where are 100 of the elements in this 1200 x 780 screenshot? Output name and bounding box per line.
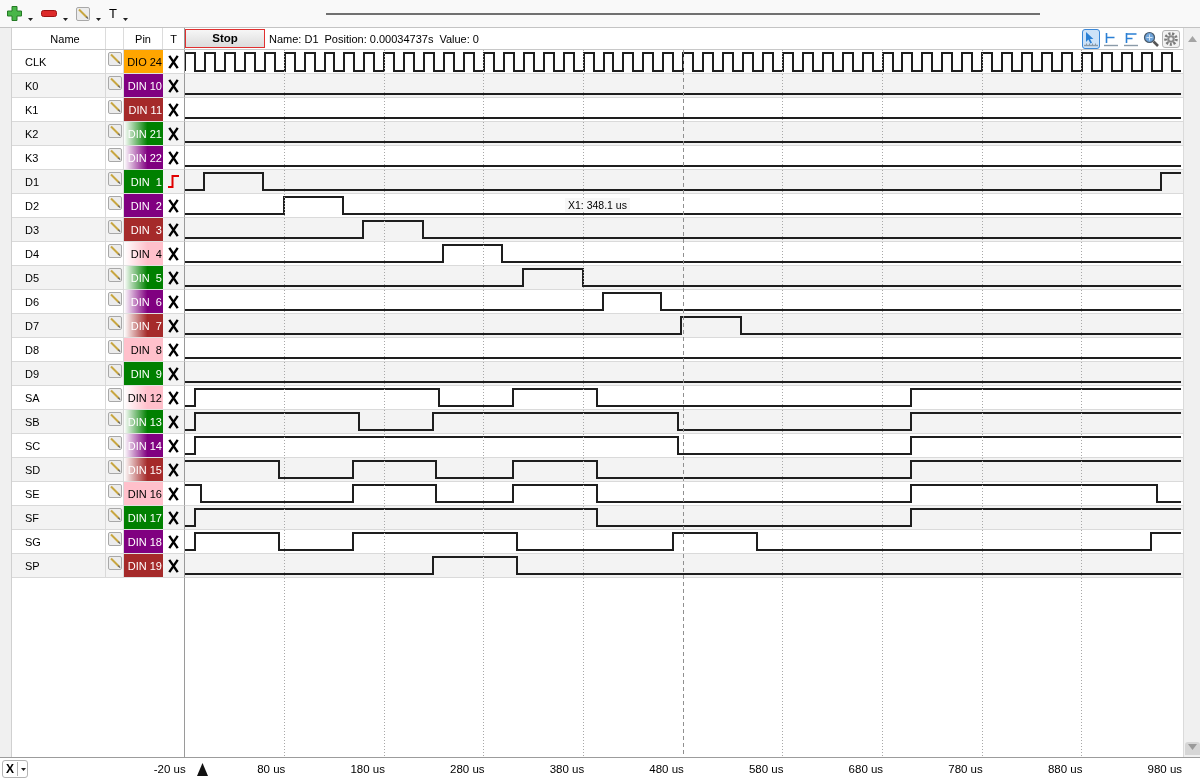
- caret-icon[interactable]: [63, 17, 68, 21]
- cross-icon[interactable]: [168, 222, 179, 237]
- cross-icon[interactable]: [168, 246, 179, 261]
- signal-name: D1: [25, 175, 40, 188]
- pin-label: DIN 10: [124, 74, 163, 98]
- time-label: 480 us: [649, 763, 684, 775]
- cross-icon[interactable]: [168, 510, 179, 525]
- pin-label: DIN 9: [124, 362, 163, 386]
- pin-label: DIN 11: [124, 98, 163, 122]
- cross-icon[interactable]: [168, 342, 179, 357]
- time-label: -20 us: [153, 763, 186, 775]
- cross-icon[interactable]: [168, 78, 179, 93]
- pencil-icon[interactable]: [107, 292, 122, 306]
- pin-label: DIN 4: [124, 242, 163, 266]
- pin-label: DIN 2: [124, 194, 163, 218]
- axis-dropdown[interactable]: X: [2, 760, 28, 778]
- cross-icon[interactable]: [168, 54, 179, 69]
- stop-button[interactable]: Stop: [185, 29, 265, 48]
- cross-icon[interactable]: [168, 198, 179, 213]
- cross-icon[interactable]: [168, 486, 179, 501]
- column-header: Name: [50, 32, 80, 45]
- column-header: Pin: [135, 32, 151, 45]
- value-readout: Value: 0: [439, 32, 479, 45]
- signal-name: SG: [25, 535, 41, 548]
- signal-readout: Name: D1: [269, 32, 319, 45]
- time-label: 780 us: [948, 763, 983, 775]
- signal-name: D8: [25, 343, 40, 356]
- signal-name: K3: [25, 151, 39, 164]
- time-label: 980 us: [1147, 763, 1183, 775]
- pin-label: DIN 1: [124, 170, 163, 194]
- pin-label: DIN 5: [124, 266, 163, 290]
- signal-name: D7: [25, 319, 40, 332]
- pencil-icon[interactable]: [107, 100, 122, 114]
- pin-label: DIN 8: [124, 338, 163, 362]
- signal-name: SF: [25, 511, 40, 524]
- signal-name: D2: [25, 199, 40, 212]
- pin-label: DIN 18: [124, 530, 163, 554]
- signal-name: D9: [25, 367, 40, 380]
- signal-name: D4: [25, 247, 40, 260]
- pin-label: DIN 19: [124, 554, 163, 578]
- pencil-icon[interactable]: [107, 52, 122, 66]
- pencil-icon[interactable]: [107, 196, 122, 210]
- column-header: T: [170, 32, 177, 45]
- pin-label: DIO 24: [124, 50, 163, 74]
- rising-edge-icon[interactable]: [168, 175, 179, 188]
- cross-icon[interactable]: [168, 318, 179, 333]
- signal-name: D6: [25, 295, 40, 308]
- signal-name: K1: [25, 103, 39, 116]
- time-label: 180 us: [350, 763, 385, 775]
- cross-icon[interactable]: [168, 126, 179, 141]
- time-label: 380 us: [549, 763, 585, 775]
- signal-name: D5: [25, 271, 40, 284]
- cross-icon[interactable]: [168, 534, 179, 549]
- caret-icon[interactable]: [96, 17, 101, 21]
- cross-icon[interactable]: [168, 438, 179, 453]
- pin-label: DIN 6: [124, 290, 163, 314]
- cross-icon[interactable]: [168, 102, 179, 117]
- signal-name: D3: [25, 223, 40, 236]
- plus-icon[interactable]: [7, 6, 22, 21]
- pin-label: DIN 16: [124, 482, 163, 506]
- pencil-icon[interactable]: [107, 436, 122, 450]
- cursor-label: X1: 348.1 us: [565, 198, 630, 212]
- pencil-icon[interactable]: [107, 244, 122, 258]
- time-label: 880 us: [1047, 763, 1083, 775]
- caret-icon[interactable]: [28, 17, 33, 21]
- caret-icon[interactable]: [21, 767, 26, 771]
- pencil-icon[interactable]: [107, 340, 122, 354]
- cross-icon[interactable]: [168, 390, 179, 405]
- signal-name: SB: [25, 415, 40, 428]
- pin-label: DIN 3: [124, 218, 163, 242]
- pencil-icon[interactable]: [107, 148, 122, 162]
- signal-name: SA: [25, 391, 40, 404]
- cross-icon[interactable]: [168, 150, 179, 165]
- time-label: 80 us: [257, 763, 286, 775]
- signal-name: SC: [25, 439, 41, 452]
- pencil-icon[interactable]: [107, 388, 122, 402]
- cross-icon[interactable]: [168, 366, 179, 381]
- signal-name: SD: [25, 463, 41, 476]
- text-button[interactable]: T: [107, 2, 130, 25]
- caret-icon[interactable]: [122, 17, 128, 21]
- cross-icon[interactable]: [168, 294, 179, 309]
- time-label: 580 us: [748, 763, 784, 775]
- cross-icon[interactable]: [168, 462, 179, 477]
- pencil-icon[interactable]: [107, 532, 122, 546]
- signal-name: SE: [25, 487, 40, 500]
- time-label: 680 us: [848, 763, 884, 775]
- cross-icon[interactable]: [168, 558, 179, 573]
- scrollbar-track[interactable]: [325, 12, 1040, 15]
- signal-name: CLK: [25, 55, 47, 68]
- cross-icon[interactable]: [168, 270, 179, 285]
- minus-icon[interactable]: [41, 10, 57, 17]
- position-readout: Position: 0.00034737s: [324, 32, 434, 45]
- trigger-marker-icon[interactable]: [197, 763, 208, 776]
- signal-name: SP: [25, 559, 40, 572]
- cross-icon[interactable]: [168, 414, 179, 429]
- pin-label: DIN 17: [124, 506, 163, 530]
- signal-name: K2: [25, 127, 39, 140]
- pencil-icon[interactable]: [107, 484, 122, 498]
- signal-name: K0: [25, 79, 39, 92]
- pin-label: DIN 12: [124, 386, 163, 410]
